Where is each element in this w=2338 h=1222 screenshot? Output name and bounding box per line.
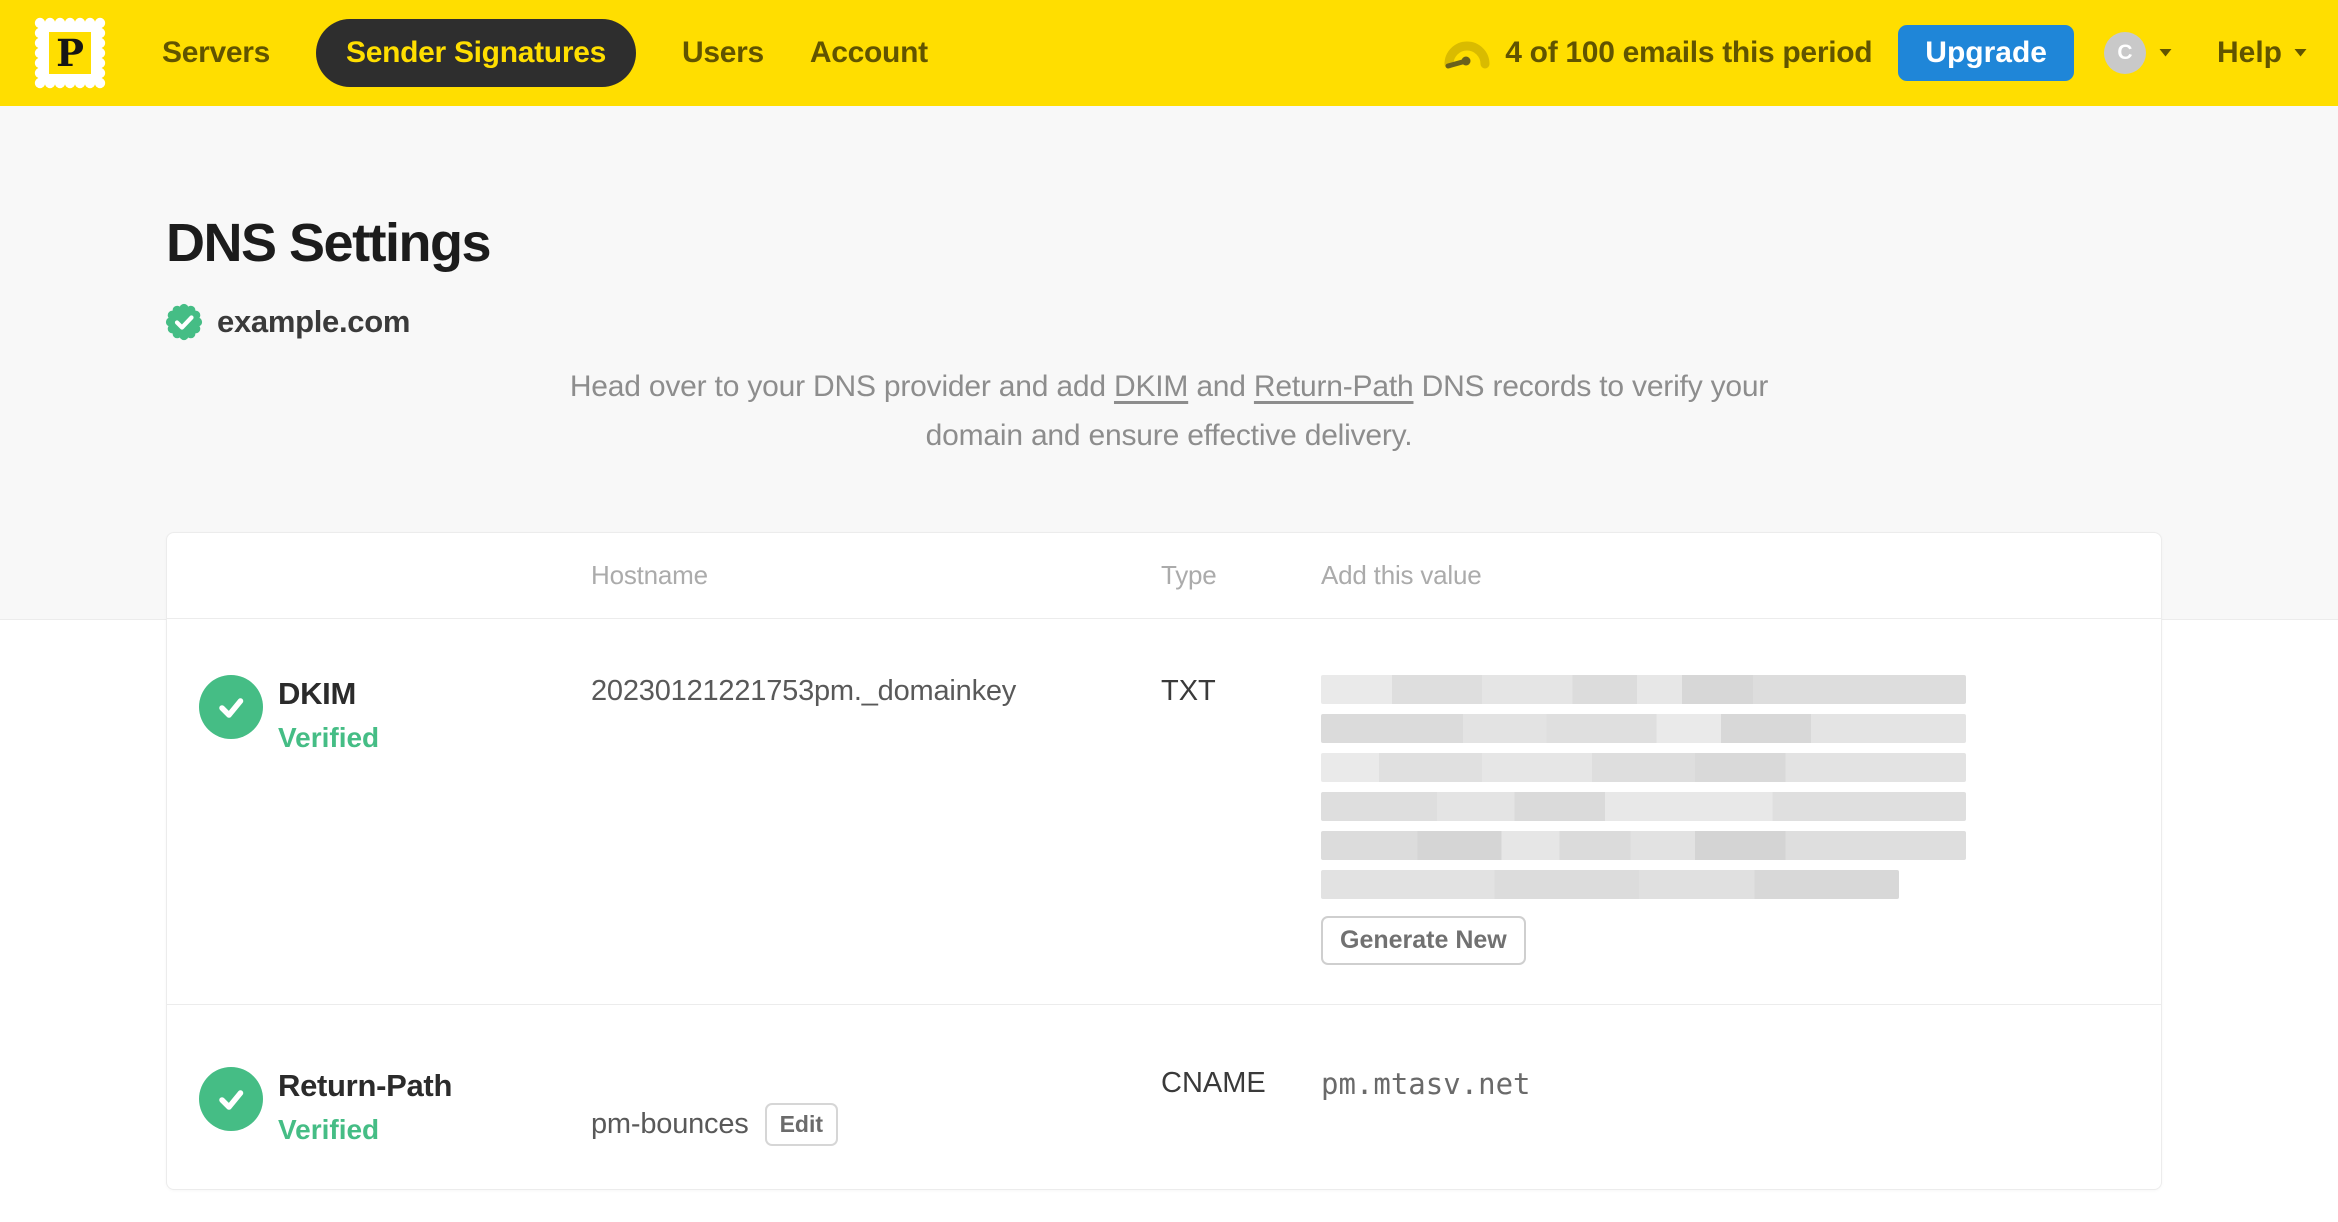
- redacted-line: [1321, 675, 1966, 704]
- description-text: and: [1188, 370, 1254, 403]
- dkim-link[interactable]: DKIM: [1114, 370, 1188, 403]
- nav-item-servers[interactable]: Servers: [162, 36, 270, 70]
- return-path-hostname: pm-bounces: [591, 1108, 749, 1140]
- domain-name: example.com: [217, 304, 411, 339]
- record-name: Return-Path: [278, 1068, 453, 1103]
- return-path-record-type: CNAME: [1161, 1067, 1266, 1099]
- dkim-value-cell: Generate New: [1321, 619, 2161, 1004]
- account-menu[interactable]: C: [2103, 32, 2173, 74]
- verified-check-icon: [199, 1067, 263, 1131]
- avatar[interactable]: C: [2103, 32, 2146, 74]
- nav-right-cluster: 4 of 100 emails this period Upgrade C He…: [1443, 25, 2308, 81]
- table-header: Hostname Type Add this value: [167, 533, 2161, 619]
- redacted-line: [1321, 831, 1966, 860]
- help-menu[interactable]: Help: [2217, 36, 2308, 70]
- verified-seal-icon: [165, 303, 203, 341]
- nav-item-account[interactable]: Account: [810, 36, 928, 70]
- redacted-line: [1321, 870, 1899, 899]
- status-badge: Verified: [278, 1114, 380, 1145]
- verified-check-icon: [199, 675, 263, 739]
- verified-domain: example.com: [164, 302, 410, 342]
- svg-text:P: P: [56, 31, 84, 75]
- column-header-add-this-value: Add this value: [1321, 560, 1482, 590]
- usage-text: 4 of 100 emails this period: [1505, 36, 1873, 69]
- return-path-link[interactable]: Return-Path: [1254, 370, 1414, 403]
- table-row-dkim: DKIM Verified 20230121221753pm._domainke…: [167, 619, 2161, 1004]
- redacted-line: [1321, 792, 1966, 821]
- description-text: Head over to your DNS provider and add: [569, 370, 1114, 403]
- status-badge: Verified: [278, 722, 380, 753]
- column-header-hostname: Hostname: [591, 560, 708, 590]
- table-row-return-path: Return-Path Verified pm-bounces Edit CNA…: [167, 1004, 2161, 1190]
- dkim-value-redacted: [1321, 675, 2161, 899]
- nav-item-sender-signatures[interactable]: Sender Signatures: [316, 19, 636, 87]
- redacted-line: [1321, 714, 1966, 743]
- usage-gauge-icon: [1444, 41, 1490, 69]
- page-title: DNS Settings: [166, 213, 492, 273]
- upgrade-button[interactable]: Upgrade: [1898, 25, 2074, 81]
- generate-new-button[interactable]: Generate New: [1321, 916, 1526, 965]
- help-label: Help: [2216, 36, 2282, 69]
- column-header-type: Type: [1161, 560, 1217, 590]
- page-description: Head over to your DNS provider and add D…: [0, 362, 2338, 460]
- postmark-logo-icon[interactable]: P: [30, 13, 110, 93]
- return-path-value: pm.mtasv.net: [1321, 1067, 1531, 1101]
- chevron-down-icon: [2294, 49, 2307, 57]
- record-name: DKIM: [278, 676, 357, 711]
- chevron-down-icon: [2159, 49, 2172, 57]
- dns-records-card: Hostname Type Add this value DKIM Verifi…: [166, 532, 2162, 1190]
- dkim-record-type: TXT: [1161, 675, 1216, 707]
- dkim-hostname: 20230121221753pm._domainkey: [591, 675, 1017, 707]
- edit-button[interactable]: Edit: [764, 1103, 839, 1146]
- redacted-line: [1321, 753, 1966, 782]
- top-nav: P Servers Sender Signatures Users Accoun…: [0, 0, 2338, 106]
- nav-item-users[interactable]: Users: [682, 36, 764, 70]
- primary-nav: Servers Sender Signatures Users Account: [162, 19, 928, 87]
